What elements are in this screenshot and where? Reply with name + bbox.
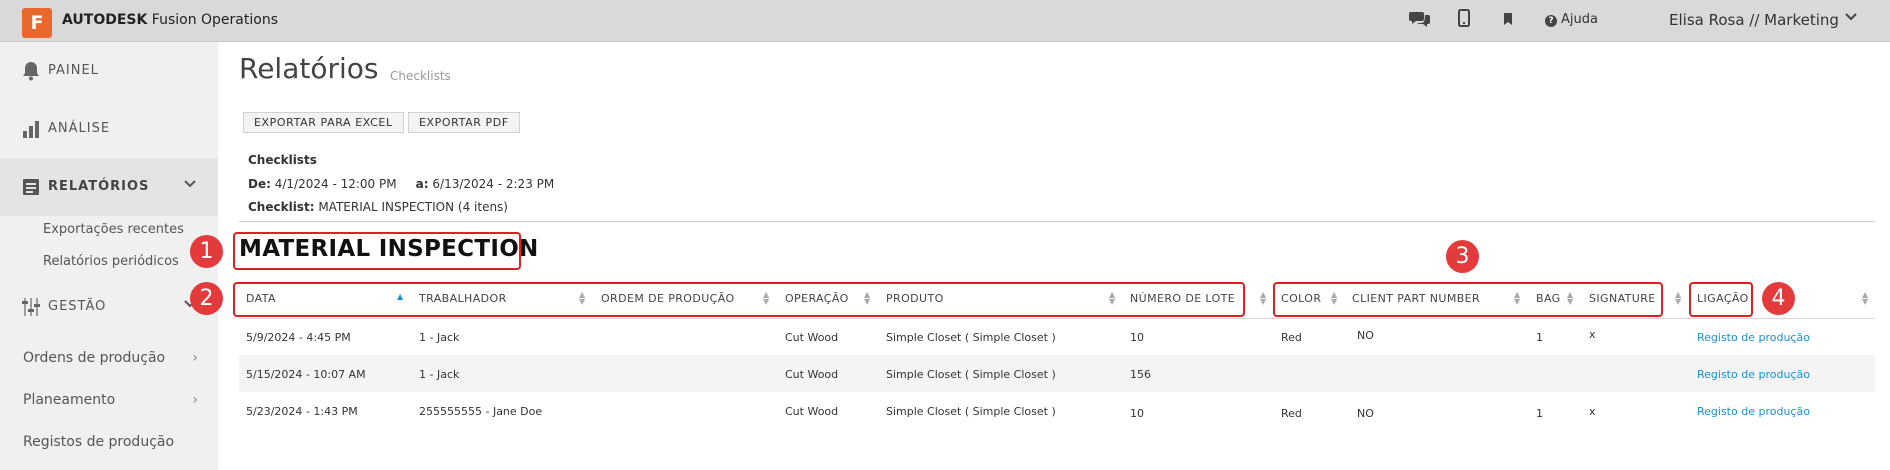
sort-icon[interactable]: ▲ ▼ (1260, 291, 1268, 306)
chat-icon[interactable] (1408, 9, 1432, 33)
sidebar-item-label: Planeamento (23, 392, 116, 408)
cell-signature: x (1589, 405, 1596, 418)
sidebar-item-ordens-producao[interactable]: Ordens de produção › (23, 350, 198, 366)
cell-color: Red (1281, 331, 1302, 344)
annotation-box (233, 232, 521, 270)
brand-name: AUTODESK Fusion Operations (62, 12, 278, 28)
sidebar-item-label: GESTÃO (48, 299, 107, 314)
sidebar-item-analise[interactable]: ANÁLISE (0, 100, 218, 158)
sidebar-item-label: ANÁLISE (48, 121, 111, 136)
cell-bag: 1 (1536, 407, 1543, 420)
sidebar-item-label: Registos de produção (23, 434, 175, 450)
cell-trabalhador: 1 - Jack (419, 368, 460, 381)
bookmark-icon[interactable] (1496, 9, 1520, 33)
production-log-link[interactable]: Registo de produção (1697, 331, 1810, 344)
cell-trabalhador: 255555555 - Jane Doe (419, 405, 543, 418)
cell-produto: Simple Closet ( Simple Closet ) (886, 368, 1056, 381)
divider (239, 221, 1875, 222)
cell-operacao: Cut Wood (785, 331, 839, 344)
chevron-down-icon[interactable] (184, 177, 196, 193)
sidebar-item-gestao[interactable]: GESTÃO (0, 278, 218, 336)
sidebar: PAINEL ANÁLISE RELATÓRIOS Exportações re… (0, 42, 218, 470)
bell-icon (22, 61, 42, 81)
page-subtitle: Checklists (390, 69, 451, 83)
chevron-right-icon: › (192, 392, 198, 408)
cell-lote: 156 (1130, 368, 1151, 381)
sidebar-item-painel[interactable]: PAINEL (0, 42, 218, 100)
cell-trabalhador: 1 - Jack (419, 331, 460, 344)
checklist-info: Checklist: MATERIAL INSPECTION (4 itens) (248, 200, 508, 214)
annotation-box (1273, 282, 1663, 317)
sidebar-item-planeamento[interactable]: Planeamento › (23, 392, 198, 408)
table-row (239, 318, 1875, 355)
info-heading: Checklists (248, 153, 317, 167)
sidebar-item-label: RELATÓRIOS (48, 179, 150, 194)
annotation-marker: 3 (1446, 240, 1479, 273)
sidebar-subitem-exportacoes[interactable]: Exportações recentes (43, 222, 184, 237)
cell-lote: 10 (1130, 331, 1144, 344)
cell-signature: x (1589, 328, 1596, 341)
annotation-marker: 1 (190, 235, 223, 268)
mobile-icon[interactable] (1452, 9, 1476, 33)
help-link[interactable]: ? Ajuda (1545, 12, 1598, 27)
table-row (239, 355, 1875, 392)
user-menu[interactable]: Elisa Rosa // Marketing (1669, 11, 1839, 29)
sidebar-item-relatorios[interactable]: RELATÓRIOS (0, 158, 218, 216)
cell-data: 5/15/2024 - 10:07 AM (246, 368, 366, 381)
cell-lote: 10 (1130, 407, 1144, 420)
sliders-icon (22, 297, 42, 317)
annotation-box (233, 282, 1245, 317)
page-title: Relatórios (239, 52, 379, 85)
cell-data: 5/23/2024 - 1:43 PM (246, 405, 358, 418)
fusion-logo-icon[interactable]: F (22, 8, 52, 38)
sidebar-subitem-relatorios-periodicos[interactable]: Relatórios periódicos (43, 254, 179, 269)
cell-data: 5/9/2024 - 4:45 PM (246, 331, 351, 344)
date-range: De: 4/1/2024 - 12:00 PM a: 6/13/2024 - 2… (248, 177, 555, 191)
help-icon: ? (1545, 15, 1557, 27)
sort-icon[interactable]: ▲ ▼ (1862, 291, 1870, 306)
cell-bag: 1 (1536, 331, 1543, 344)
export-pdf-button[interactable]: EXPORTAR PDF (408, 112, 520, 133)
sidebar-item-registos-producao[interactable]: Registos de produção (23, 434, 198, 450)
annotation-box (1689, 282, 1753, 317)
cell-produto: Simple Closet ( Simple Closet ) (886, 331, 1056, 344)
production-log-link[interactable]: Registo de produção (1697, 405, 1810, 418)
sidebar-item-label: Ordens de produção (23, 350, 166, 366)
cell-operacao: Cut Wood (785, 405, 839, 418)
cell-client-part: NO (1357, 329, 1374, 342)
annotation-marker: 2 (190, 282, 223, 315)
cell-produto: Simple Closet ( Simple Closet ) (886, 405, 1056, 418)
bar-chart-icon (22, 119, 42, 139)
sort-icon[interactable]: ▲ ▼ (1675, 291, 1683, 306)
production-log-link[interactable]: Registo de produção (1697, 368, 1810, 381)
chevron-down-icon[interactable] (1845, 11, 1857, 26)
cell-client-part: NO (1357, 407, 1374, 420)
sidebar-item-label: PAINEL (48, 63, 99, 78)
export-excel-button[interactable]: EXPORTAR PARA EXCEL (243, 112, 404, 133)
annotation-marker: 4 (1762, 282, 1795, 315)
top-bar: F AUTODESK Fusion Operations ? Ajuda Elis… (0, 0, 1890, 42)
chevron-right-icon: › (192, 350, 198, 366)
cell-operacao: Cut Wood (785, 368, 839, 381)
cell-color: Red (1281, 407, 1302, 420)
report-icon (22, 177, 42, 197)
